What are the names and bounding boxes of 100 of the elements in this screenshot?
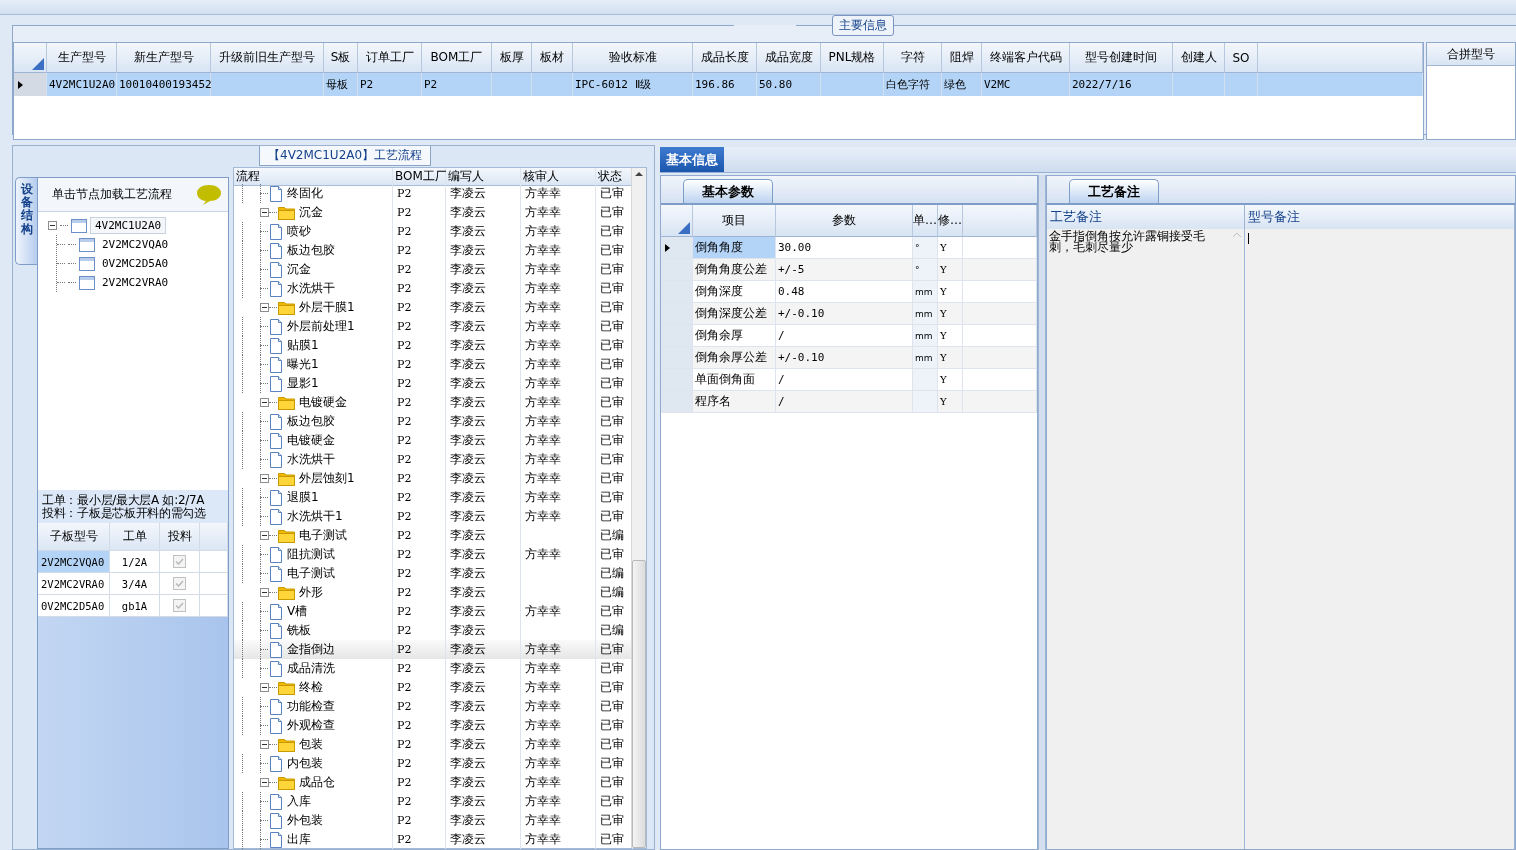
column-header[interactable]: 工单: [110, 523, 160, 551]
collapse-icon[interactable]: [260, 303, 269, 312]
table-cell: P2: [393, 602, 446, 621]
table-cell: 方幸幸: [521, 659, 596, 678]
corner-triangle-icon[interactable]: [678, 222, 690, 234]
column-header[interactable]: 创建人: [1173, 43, 1225, 73]
table-cell: 方幸幸: [521, 488, 596, 507]
column-header[interactable]: 板厚: [492, 43, 532, 73]
column-header[interactable]: 状态: [596, 168, 633, 186]
column-header[interactable]: PNL规格: [821, 43, 884, 73]
folder-icon: [278, 680, 295, 695]
column-header: [200, 523, 228, 551]
document-icon: [269, 508, 283, 525]
column-header[interactable]: SO: [1225, 43, 1258, 73]
table-cell: 方幸幸: [521, 697, 596, 716]
column-header[interactable]: 验收标准: [573, 43, 693, 73]
collapse-icon[interactable]: [260, 740, 269, 749]
tree-node[interactable]: 0V2MC2D5A0: [98, 256, 173, 271]
collapse-icon[interactable]: [260, 531, 269, 540]
table-cell: 方幸幸: [521, 773, 596, 792]
column-header[interactable]: 阻焊: [942, 43, 982, 73]
column-header[interactable]: 生产型号: [47, 43, 117, 73]
column-header[interactable]: 单…: [913, 205, 938, 237]
tree-node[interactable]: 2V2MC2VQA0: [98, 237, 173, 252]
table-cell: 方幸幸: [521, 393, 596, 412]
column-header[interactable]: 字符: [884, 43, 942, 73]
table-cell: 李凌云: [446, 602, 521, 621]
column-header[interactable]: BOM工厂: [422, 43, 492, 73]
table-cell: 母板: [324, 73, 358, 96]
table-cell: 李凌云: [446, 659, 521, 678]
column-header[interactable]: 参数: [776, 205, 913, 237]
table-cell: P2: [393, 203, 446, 222]
column-header[interactable]: 工艺备注: [1047, 205, 1245, 230]
column-header[interactable]: 型号创建时间: [1070, 43, 1173, 73]
column-header[interactable]: 成品宽度: [757, 43, 821, 73]
collapse-icon[interactable]: [260, 683, 269, 692]
table-cell: 倒角角度公差: [693, 259, 776, 281]
table-cell: 50.80: [757, 73, 821, 96]
column-header[interactable]: 成品长度: [693, 43, 757, 73]
collapse-icon[interactable]: [260, 588, 269, 597]
table-cell: IPC-6012 Ⅱ级: [573, 73, 693, 96]
collapse-icon[interactable]: [260, 398, 269, 407]
column-header[interactable]: 子板型号: [38, 523, 110, 551]
step-name: 外层蚀刻1: [299, 470, 355, 487]
column-header[interactable]: 投料: [160, 523, 200, 551]
table-cell: 方幸幸: [521, 602, 596, 621]
collapse-icon[interactable]: [260, 778, 269, 787]
column-header[interactable]: 合拼型号: [1427, 43, 1515, 66]
corner-triangle-icon[interactable]: [32, 58, 44, 70]
node-icon: [79, 237, 95, 252]
column-header[interactable]: 修…: [938, 205, 963, 237]
tab[interactable]: 基本信息: [660, 147, 724, 172]
collapse-icon[interactable]: [260, 474, 269, 483]
table-cell: mm: [913, 281, 938, 303]
document-icon: [269, 565, 283, 582]
column-header[interactable]: 新生产型号: [117, 43, 211, 73]
tab[interactable]: 基本参数: [683, 179, 773, 203]
table-cell: [913, 391, 938, 413]
table-cell: P2: [393, 811, 446, 830]
table-cell: P2: [393, 450, 446, 469]
column-header[interactable]: 核审人: [521, 168, 596, 186]
table-cell: 李凌云: [446, 564, 521, 583]
table-cell: 李凌云: [446, 697, 521, 716]
column-header[interactable]: S板: [324, 43, 358, 73]
row-header[interactable]: [14, 73, 47, 96]
column-header[interactable]: BOM工厂: [393, 168, 446, 186]
column-header[interactable]: 型号备注: [1245, 205, 1515, 230]
step-name: 外包装: [287, 812, 323, 829]
column-header[interactable]: 终端客户代码: [982, 43, 1070, 73]
collapse-icon[interactable]: [48, 221, 57, 230]
table-cell: P2: [393, 754, 446, 773]
column-header[interactable]: 板材: [532, 43, 573, 73]
table-cell: 方幸幸: [521, 355, 596, 374]
table-cell: 方幸幸: [521, 716, 596, 735]
table-cell: °: [913, 237, 938, 259]
remark-field[interactable]: [1245, 229, 1515, 849]
tree-node[interactable]: 4V2MC1U2A0: [90, 217, 167, 234]
table-cell: 方幸幸: [521, 754, 596, 773]
column-header[interactable]: 项目: [693, 205, 776, 237]
scrollbar[interactable]: [631, 168, 646, 848]
step-name: 电子测试: [287, 565, 335, 582]
column-header[interactable]: 编写人: [446, 168, 521, 186]
side-tab[interactable]: 设备结构: [15, 177, 37, 265]
panel-title: 【4V2MC1U2A0】工艺流程: [259, 146, 432, 166]
row-pointer-icon: [18, 80, 23, 89]
column-header[interactable]: 订单工厂: [358, 43, 422, 73]
collapse-icon[interactable]: [260, 208, 269, 217]
note-text: 投料：子板是芯板开料的需勾选: [42, 507, 207, 520]
table-cell: 李凌云: [446, 184, 521, 203]
tree-node[interactable]: 2V2MC2VRA0: [98, 275, 173, 290]
table-cell: 倒角角度: [693, 237, 776, 259]
table-cell: 2022/7/16: [1070, 73, 1173, 96]
row-header[interactable]: [661, 237, 693, 259]
column-header[interactable]: 流程: [234, 168, 393, 186]
document-icon: [269, 489, 283, 506]
folder-icon: [278, 737, 295, 752]
column-header[interactable]: 升级前旧生产型号: [211, 43, 324, 73]
tab[interactable]: 工艺备注: [1069, 179, 1159, 203]
tree-row[interactable]: 金指倒边 P2 李凌云 方幸幸 已审: [234, 640, 631, 659]
table-cell: 李凌云: [446, 450, 521, 469]
